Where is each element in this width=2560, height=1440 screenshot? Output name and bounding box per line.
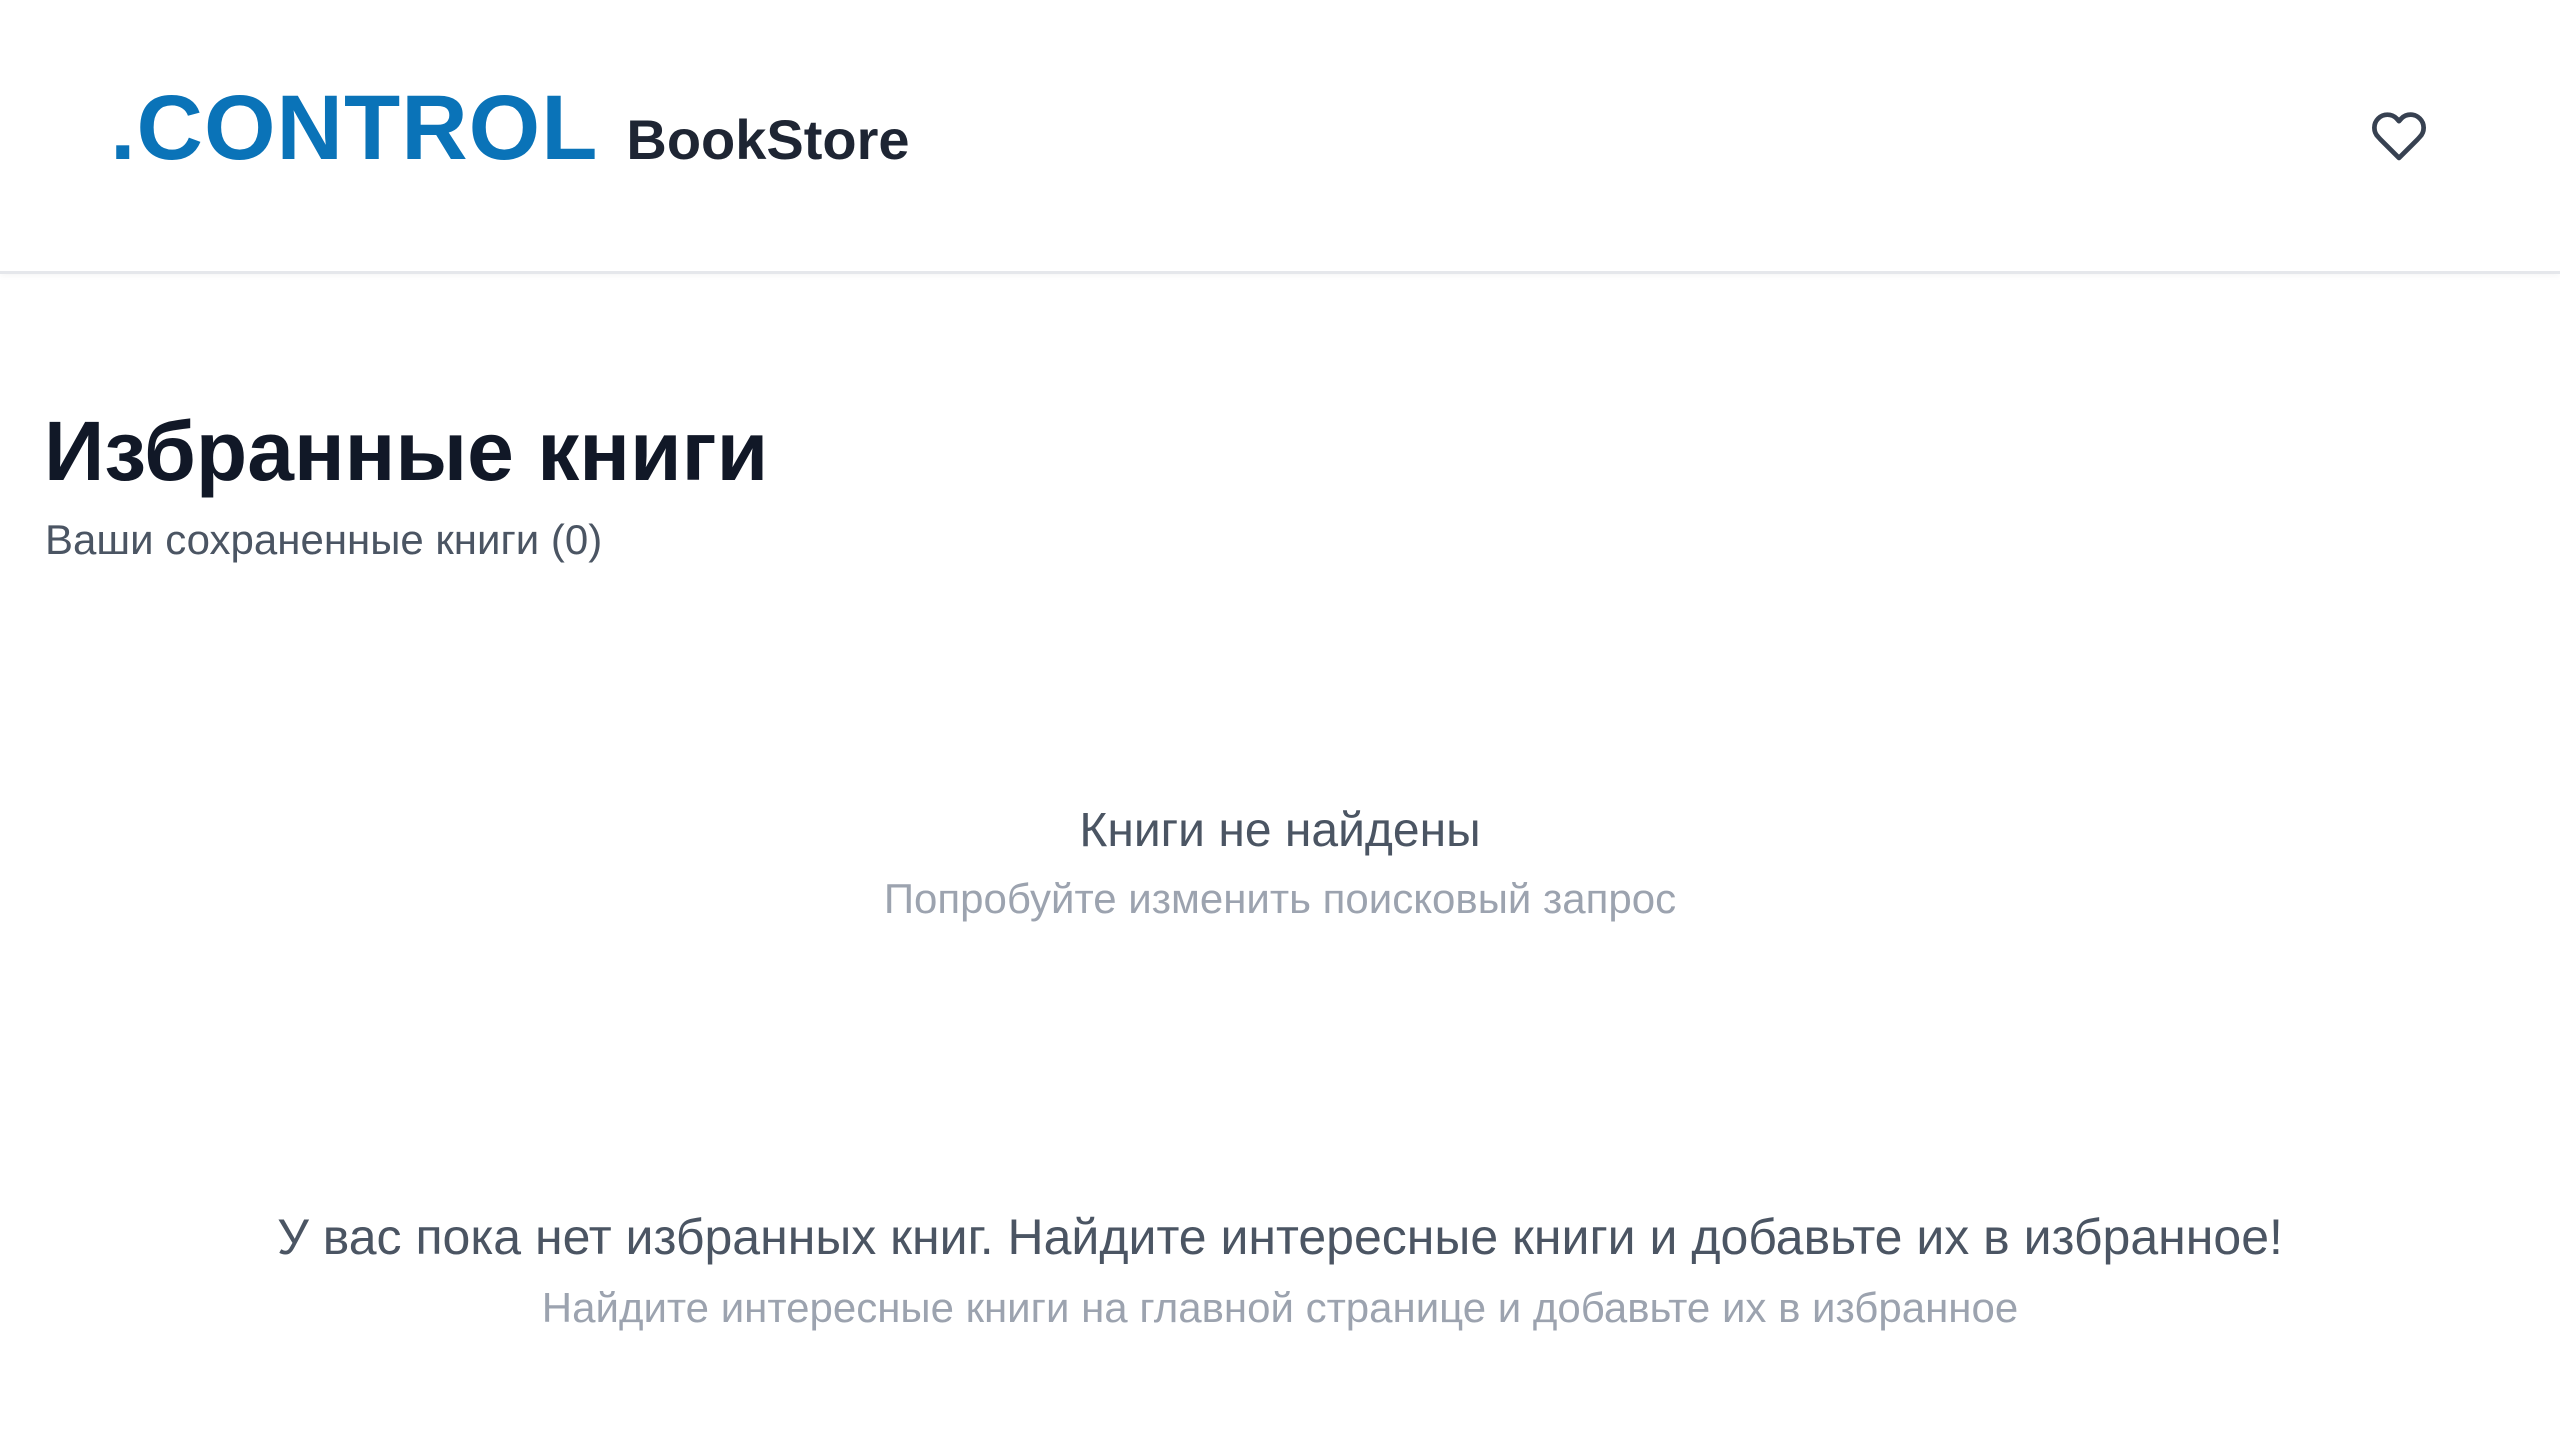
page-subtitle: Ваши сохраненные книги (0): [45, 516, 603, 563]
search-empty-title: Книги не найдены: [1079, 804, 1481, 857]
search-empty-state: Книги не найдены Попробуйте изменить пои…: [0, 802, 2560, 924]
search-empty-hint: Попробуйте изменить поисковый запрос: [883, 874, 1677, 922]
page-title: Избранные книги: [44, 404, 769, 498]
logo-name: BookStore: [626, 108, 910, 171]
favorites-empty-message: У вас пока нет избранных книг. Найдите и…: [277, 1209, 2283, 1265]
logo-mark: .CONTROL: [110, 77, 599, 179]
site-header: .CONTROL BookStore: [0, 0, 2560, 274]
favorites-button[interactable]: [2364, 104, 2434, 168]
site-logo-link[interactable]: .CONTROL BookStore: [110, 82, 910, 174]
heart-outline-icon: [2372, 112, 2426, 161]
favorites-empty-state: У вас пока нет избранных книг. Найдите и…: [0, 1207, 2560, 1333]
favorites-empty-hint: Найдите интересные книги на главной стра…: [541, 1284, 2019, 1331]
